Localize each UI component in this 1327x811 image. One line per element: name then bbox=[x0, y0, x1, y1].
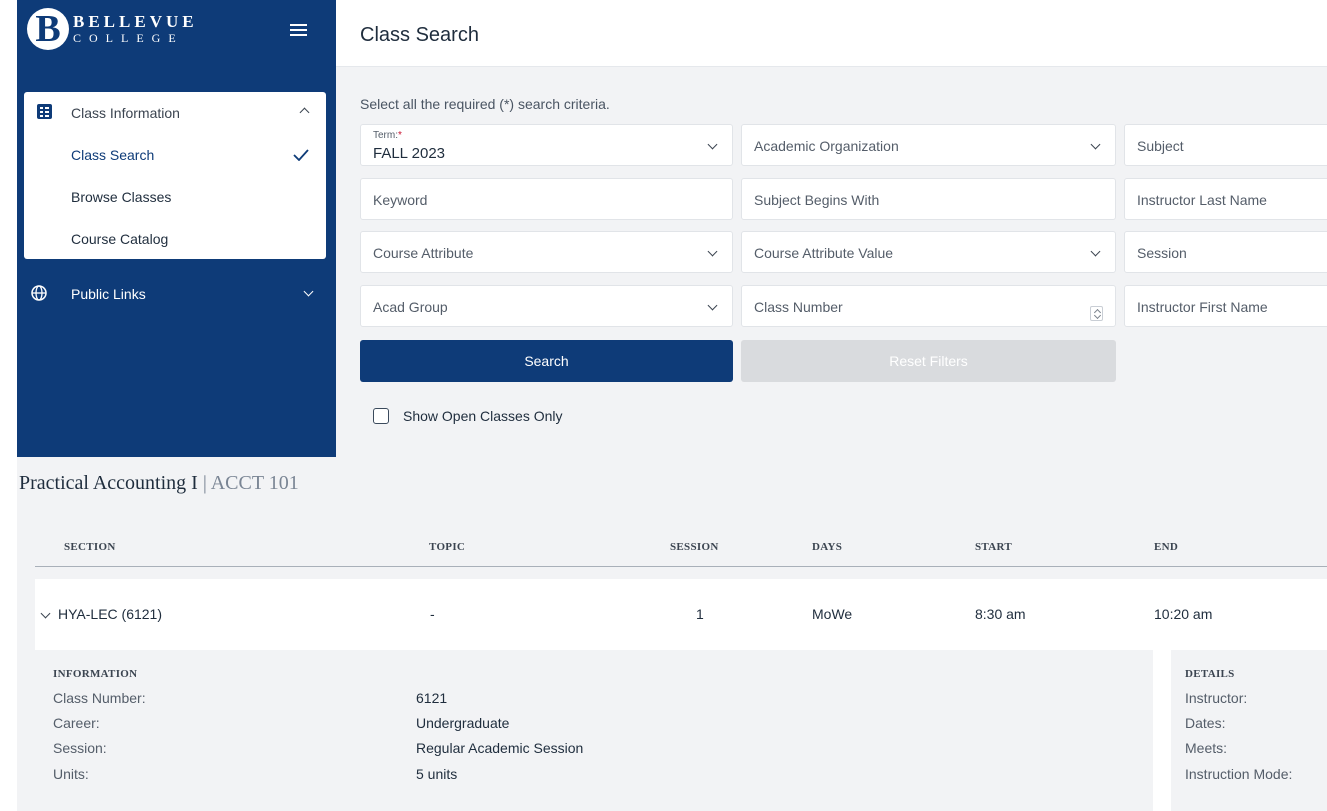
chevron-down-icon[interactable] bbox=[40, 608, 51, 619]
detail-label: Dates: bbox=[1185, 715, 1226, 731]
college-logo[interactable]: B BELLEVUE COLLEGE bbox=[27, 4, 198, 54]
keyword-placeholder: Keyword bbox=[373, 192, 428, 208]
keyword-input[interactable]: Keyword bbox=[360, 178, 733, 220]
sidebar-item-browse-classes[interactable]: Browse Classes bbox=[71, 189, 171, 205]
column-header-section: SECTION bbox=[64, 541, 116, 553]
page-header: Class Search bbox=[336, 0, 1327, 67]
course-attribute-value-placeholder: Course Attribute Value bbox=[754, 245, 894, 261]
show-open-classes-only[interactable]: Show Open Classes Only bbox=[373, 407, 563, 425]
table-header-divider bbox=[35, 566, 1327, 567]
academic-organization-placeholder: Academic Organization bbox=[754, 138, 899, 154]
term-label: Term: bbox=[373, 130, 398, 141]
title-separator: | bbox=[197, 472, 211, 494]
sidebar-item-class-search[interactable]: Class Search bbox=[71, 147, 154, 163]
days-cell: MoWe bbox=[812, 606, 853, 622]
information-panel: INFORMATION Class Number: 6121 Career: U… bbox=[35, 650, 1153, 811]
course-attribute-value-select[interactable]: Course Attribute Value bbox=[741, 231, 1116, 273]
start-cell: 8:30 am bbox=[975, 606, 1026, 622]
academic-organization-select[interactable]: Academic Organization bbox=[741, 124, 1116, 166]
column-header-end: END bbox=[1154, 541, 1179, 553]
topic-cell: - bbox=[430, 606, 435, 622]
info-value: Undergraduate bbox=[416, 715, 510, 731]
sidebar-item-course-catalog[interactable]: Course Catalog bbox=[71, 231, 168, 247]
search-instructions: Select all the required (*) search crite… bbox=[360, 96, 610, 112]
open-classes-checkbox[interactable] bbox=[373, 408, 389, 424]
chevron-down-icon bbox=[303, 286, 314, 297]
info-value: Regular Academic Session bbox=[416, 740, 584, 756]
class-information-menu: Class Information Class Search Browse Cl… bbox=[24, 92, 326, 259]
logo-mark: B bbox=[27, 8, 69, 50]
chevron-down-icon bbox=[707, 300, 718, 311]
class-number-input[interactable]: Class Number bbox=[741, 285, 1116, 327]
instructor-last-name-placeholder: Instructor Last Name bbox=[1137, 192, 1267, 208]
column-header-session: SESSION bbox=[670, 541, 719, 553]
checkmark-icon bbox=[293, 149, 309, 161]
subject-begins-with-placeholder: Subject Begins With bbox=[754, 192, 880, 208]
chevron-down-icon bbox=[707, 246, 718, 257]
chevron-up-icon bbox=[299, 107, 310, 118]
info-value: 6121 bbox=[416, 690, 448, 706]
class-information-toggle[interactable]: Class Information bbox=[24, 92, 326, 134]
session-select[interactable]: Session bbox=[1124, 231, 1327, 273]
details-heading: DETAILS bbox=[1185, 668, 1235, 680]
hamburger-menu-icon[interactable] bbox=[290, 24, 307, 36]
logo-line-1: BELLEVUE bbox=[73, 12, 198, 31]
search-button[interactable]: Search bbox=[360, 340, 733, 382]
page-title: Class Search bbox=[360, 24, 479, 46]
number-stepper-icon[interactable] bbox=[1090, 306, 1103, 321]
course-name: Practical Accounting I bbox=[19, 472, 198, 494]
instructor-first-name-input[interactable]: Instructor First Name bbox=[1124, 285, 1327, 327]
globe-icon bbox=[31, 285, 47, 301]
info-value: 5 units bbox=[416, 766, 458, 782]
detail-label: Instruction Mode: bbox=[1185, 766, 1293, 782]
instructor-last-name-input[interactable]: Instructor Last Name bbox=[1124, 178, 1327, 220]
subject-select[interactable]: Subject bbox=[1124, 124, 1327, 166]
acad-group-placeholder: Acad Group bbox=[373, 299, 448, 315]
list-card-icon bbox=[37, 104, 52, 119]
instructor-first-name-placeholder: Instructor First Name bbox=[1137, 299, 1268, 315]
info-label: Career: bbox=[53, 715, 100, 731]
section-cell: HYA-LEC (6121) bbox=[58, 606, 163, 622]
information-heading: INFORMATION bbox=[53, 668, 138, 680]
table-row[interactable]: HYA-LEC (6121) - 1 MoWe 8:30 am 10:20 am bbox=[35, 579, 1327, 650]
sidebar: B BELLEVUE COLLEGE Class Information Cla… bbox=[17, 0, 336, 457]
column-header-topic: TOPIC bbox=[429, 541, 466, 553]
course-attribute-select[interactable]: Course Attribute bbox=[360, 231, 733, 273]
column-header-days: DAYS bbox=[812, 541, 843, 553]
chevron-down-icon bbox=[707, 139, 718, 150]
info-label: Class Number: bbox=[53, 690, 146, 706]
required-marker: * bbox=[398, 130, 402, 141]
session-placeholder: Session bbox=[1137, 245, 1187, 261]
end-cell: 10:20 am bbox=[1154, 606, 1213, 622]
subject-placeholder: Subject bbox=[1137, 138, 1184, 154]
term-select[interactable]: Term:* FALL 2023 bbox=[360, 124, 733, 166]
open-classes-label: Show Open Classes Only bbox=[403, 408, 563, 424]
acad-group-select[interactable]: Acad Group bbox=[360, 285, 733, 327]
reset-filters-button[interactable]: Reset Filters bbox=[741, 340, 1116, 382]
column-header-start: START bbox=[975, 541, 1012, 553]
detail-label: Instructor: bbox=[1185, 690, 1248, 706]
subject-begins-with-input[interactable]: Subject Begins With bbox=[741, 178, 1116, 220]
class-information-label: Class Information bbox=[71, 105, 180, 121]
class-number-placeholder: Class Number bbox=[754, 299, 843, 315]
chevron-down-icon bbox=[1090, 139, 1101, 150]
info-label: Units: bbox=[53, 766, 89, 782]
term-value: FALL 2023 bbox=[373, 145, 446, 162]
session-cell: 1 bbox=[696, 606, 704, 622]
logo-line-2: COLLEGE bbox=[73, 31, 184, 45]
course-attribute-placeholder: Course Attribute bbox=[373, 245, 474, 261]
search-results: Practical Accounting I | ACCT 101 SECTIO… bbox=[17, 457, 1327, 811]
course-code: ACCT 101 bbox=[210, 472, 299, 494]
public-links-label: Public Links bbox=[71, 286, 146, 302]
details-panel: DETAILS Instructor: Dates: Meets: Instru… bbox=[1171, 650, 1327, 811]
detail-label: Meets: bbox=[1185, 740, 1228, 756]
course-title: Practical Accounting I | ACCT 101 bbox=[19, 472, 299, 495]
info-label: Session: bbox=[53, 740, 107, 756]
search-panel: Select all the required (*) search crite… bbox=[336, 67, 1327, 457]
section-details: INFORMATION Class Number: 6121 Career: U… bbox=[35, 650, 1327, 811]
chevron-down-icon bbox=[1090, 246, 1101, 257]
public-links-toggle[interactable]: Public Links bbox=[17, 278, 336, 314]
